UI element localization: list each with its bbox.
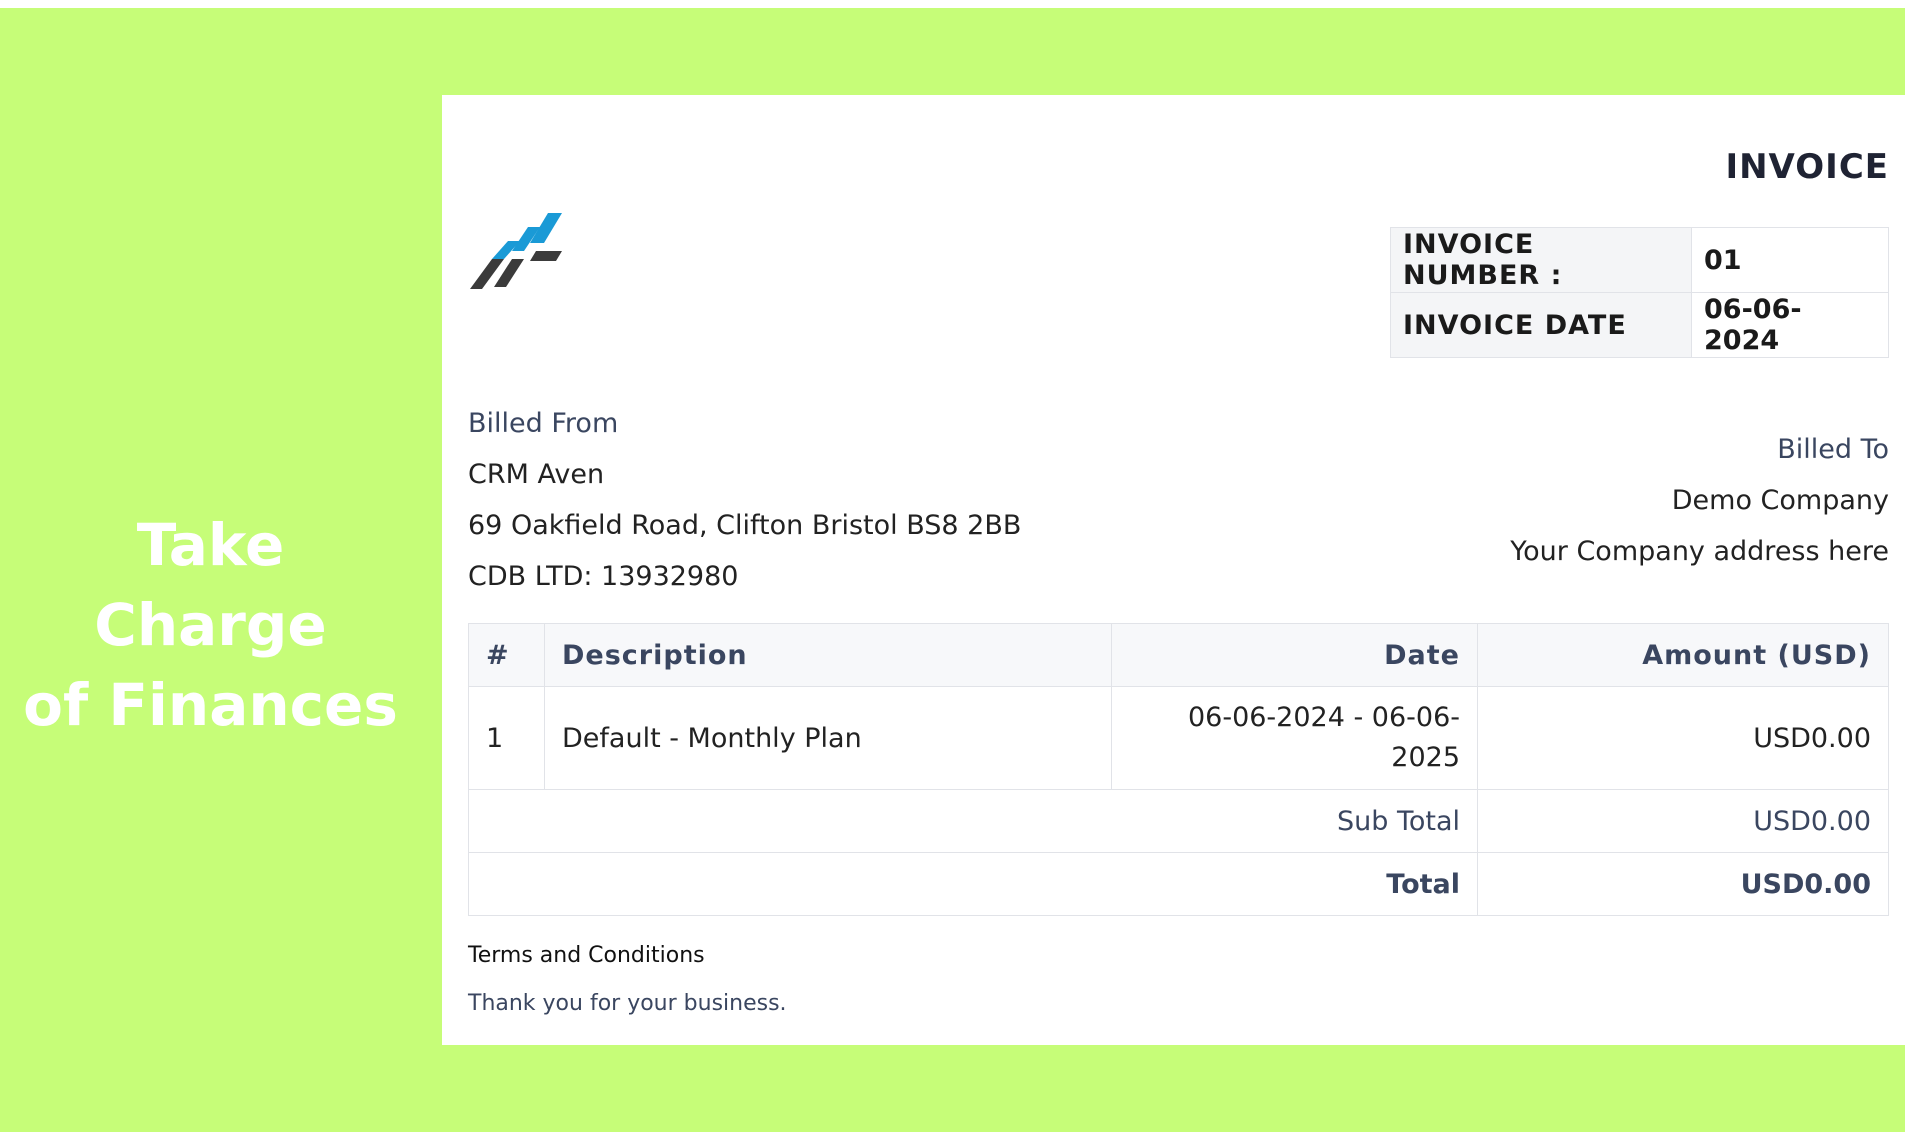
item-date-line-2: 2025 (1391, 742, 1460, 773)
tagline-line-2: of Finances (23, 671, 398, 739)
invoice-items-table: # Description Date Amount (USD) 1 Defaul… (468, 623, 1889, 916)
billed-from-company-number: CDB LTD: 13932980 (468, 561, 739, 592)
total-value: USD0.00 (1477, 852, 1889, 916)
total-label: Total (468, 852, 1478, 916)
billed-from-heading: Billed From (468, 408, 619, 439)
col-header-date: Date (1111, 623, 1478, 687)
table-row: 1 Default - Monthly Plan 06-06-2024 - 06… (468, 686, 1889, 790)
subtotal-row: Sub Total USD0.00 (468, 789, 1889, 853)
invoice-date-value: 06-06-2024 (1691, 292, 1889, 358)
total-row: Total USD0.00 (468, 852, 1889, 916)
subtotal-value: USD0.00 (1477, 789, 1889, 853)
invoice-sheet: INVOICE INVOICE NUMBER : 01 INVOICE DATE… (442, 95, 1905, 1045)
billed-to-name: Demo Company (1671, 485, 1889, 516)
item-amount: USD0.00 (1477, 686, 1889, 790)
terms-text: Thank you for your business. (468, 991, 787, 1016)
invoice-title: INVOICE (1725, 147, 1889, 187)
billed-from-name: CRM Aven (468, 459, 605, 490)
billed-from-block: Billed From CRM Aven 69 Oakfield Road, C… (468, 398, 1021, 602)
invoice-date-label: INVOICE DATE (1390, 292, 1692, 358)
items-header-row: # Description Date Amount (USD) (468, 623, 1889, 687)
billed-to-address: Your Company address here (1510, 536, 1889, 567)
terms-heading: Terms and Conditions (468, 943, 705, 968)
company-logo-icon (470, 213, 562, 289)
invoice-date-row: INVOICE DATE 06-06-2024 (1390, 292, 1889, 358)
subtotal-label: Sub Total (468, 789, 1478, 853)
invoice-number-label: INVOICE NUMBER : (1390, 227, 1692, 293)
tagline: Take Charge of Finances (18, 505, 403, 745)
col-header-description: Description (544, 623, 1112, 687)
invoice-number-value: 01 (1691, 227, 1889, 293)
col-header-number: # (468, 623, 545, 687)
item-date-line-1: 06-06-2024 - 06-06- (1187, 702, 1460, 733)
billed-from-address: 69 Oakfield Road, Clifton Bristol BS8 2B… (468, 510, 1022, 541)
tagline-line-1: Take Charge (94, 511, 327, 659)
billed-to-block: Billed To Demo Company Your Company addr… (1510, 424, 1889, 577)
invoice-number-row: INVOICE NUMBER : 01 (1390, 227, 1889, 293)
item-description: Default - Monthly Plan (544, 686, 1112, 790)
item-date: 06-06-2024 - 06-06- 2025 (1111, 686, 1478, 790)
billed-to-heading: Billed To (1777, 434, 1889, 465)
invoice-meta-table: INVOICE NUMBER : 01 INVOICE DATE 06-06-2… (1390, 227, 1889, 358)
item-number: 1 (468, 686, 545, 790)
col-header-amount: Amount (USD) (1477, 623, 1889, 687)
